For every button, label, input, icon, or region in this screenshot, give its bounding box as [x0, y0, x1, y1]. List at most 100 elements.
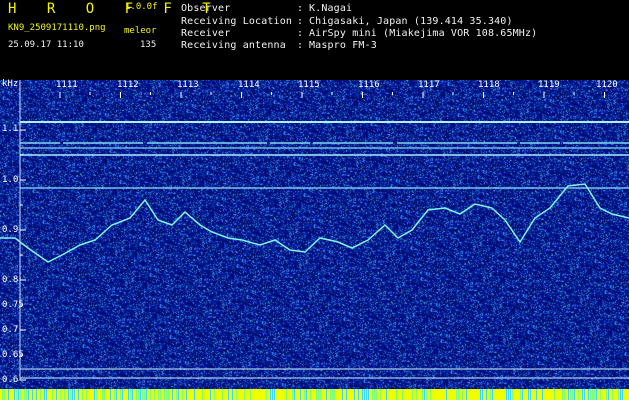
bottom-strip-bar	[570, 389, 571, 400]
bottom-strip-bar	[466, 389, 467, 400]
bottom-strip-bar	[232, 389, 233, 400]
bottom-strip-bar	[320, 389, 321, 400]
bottom-strip-bar	[622, 389, 623, 400]
bottom-strip-bar	[306, 389, 307, 400]
bottom-strip-bar	[366, 389, 367, 400]
bottom-strip-bar	[138, 389, 139, 400]
bottom-strip-bar	[110, 389, 111, 400]
bottom-strip-bar	[342, 389, 343, 400]
app-version: 1.0.0f	[125, 2, 158, 12]
bottom-strip-bar	[272, 389, 273, 400]
bottom-strip-bar	[316, 389, 317, 400]
bottom-strip-bar	[480, 389, 481, 400]
bottom-strip-bar	[286, 389, 287, 400]
bottom-strip-bar	[160, 389, 161, 400]
y-tick-label: 1.0	[2, 175, 19, 185]
spectrogram-overlay	[0, 80, 629, 400]
bottom-strip-bar	[334, 389, 335, 400]
bottom-strip-bar	[222, 389, 223, 400]
x-tick-label: 1114	[238, 80, 260, 90]
bottom-strip-bar	[506, 389, 507, 400]
bottom-strip-bar	[294, 389, 295, 400]
bottom-strip-bar	[374, 389, 375, 400]
bottom-strip-bar	[36, 389, 37, 400]
bottom-strip-bar	[150, 389, 151, 400]
location-value: Chigasaki, Japan (139.414 35.340)	[309, 16, 513, 27]
bottom-strip-bar	[592, 389, 593, 400]
bottom-strip-bar	[186, 389, 187, 400]
bottom-strip-bar	[116, 389, 117, 400]
bottom-strip-bar	[380, 389, 381, 400]
bottom-strip-bar	[512, 389, 513, 400]
bottom-strip-bar	[164, 389, 165, 400]
bottom-strip-bar	[310, 389, 311, 400]
observer-label: Observer	[181, 3, 231, 14]
bottom-strip-bar	[536, 389, 537, 400]
antenna-value: Maspro FM-3	[309, 40, 377, 51]
bottom-strip-bar	[178, 389, 179, 400]
bottom-strip-bar	[132, 389, 133, 400]
bottom-strip-bar	[462, 389, 463, 400]
location-label: Receiving Location	[181, 16, 293, 27]
bottom-strip-bar	[492, 389, 493, 400]
bottom-strip-bar	[510, 389, 511, 400]
bottom-strip-bar	[56, 389, 57, 400]
bottom-strip-bar	[2, 389, 3, 400]
bottom-strip-bar	[554, 389, 555, 400]
bottom-strip-bar	[608, 389, 609, 400]
spectrogram-panel: kHz 1111 1112 1113 1114 1115 1116 1117 1…	[0, 80, 629, 400]
y-axis-unit: kHz	[2, 79, 19, 89]
x-axis-ticks	[59, 92, 605, 98]
header-panel: H R O F F T 1.0.0f KN9_2509171110.png 25…	[0, 0, 629, 80]
bottom-strip-bar	[172, 389, 173, 400]
bottom-strip-bar	[14, 389, 15, 400]
bottom-strip-bar	[236, 389, 237, 400]
bottom-strip-bar	[18, 389, 19, 400]
bottom-strip-bar	[96, 389, 97, 400]
x-tick-label: 1119	[538, 80, 560, 90]
bottom-strip-bar	[78, 389, 79, 400]
bottom-strip-bar	[142, 389, 143, 400]
bottom-strip-bar	[40, 389, 41, 400]
receiver-label: Receiver	[181, 28, 231, 39]
bottom-strip-bar	[578, 389, 579, 400]
bottom-strip-bar	[194, 389, 195, 400]
file-name: KN9_2509171110.png	[8, 23, 106, 33]
bottom-strip-bar	[574, 389, 575, 400]
bottom-strip-bar	[140, 389, 141, 400]
bottom-strip-bar	[20, 389, 21, 400]
bottom-strip-bar	[158, 389, 159, 400]
observer-separator: :	[297, 3, 304, 14]
bottom-strip-bar	[364, 389, 365, 400]
bottom-strip-bar	[326, 389, 327, 400]
y-tick-label: 0.7	[2, 325, 19, 335]
bottom-strip-bar	[270, 389, 271, 400]
bottom-strip-bar	[26, 389, 27, 400]
bottom-strip-bar	[482, 389, 483, 400]
bottom-strip-bar	[64, 389, 65, 400]
bottom-strip-bar	[594, 389, 595, 400]
bottom-strip-bar	[68, 389, 69, 400]
bottom-strip-bar	[522, 389, 523, 400]
doppler-trace	[0, 183, 629, 263]
x-tick-label: 1111	[56, 80, 78, 90]
x-tick-label: 1115	[298, 80, 320, 90]
bottom-strip-bar	[300, 389, 301, 400]
bottom-strip-bar	[402, 389, 403, 400]
bottom-strip-bar	[620, 389, 621, 400]
bottom-strip-bar	[424, 389, 425, 400]
bottom-strip-bar	[46, 389, 47, 400]
bottom-strip-bar	[490, 389, 491, 400]
bottom-strip-bar	[332, 389, 333, 400]
mode-label: meleor	[124, 26, 157, 36]
bottom-strip-bar	[528, 389, 529, 400]
bottom-strip-bar	[600, 389, 601, 400]
y-tick-label: 0.6	[2, 375, 19, 385]
bottom-strip-bar	[16, 389, 17, 400]
bottom-strip-bar	[82, 389, 83, 400]
bottom-strip-bar	[28, 389, 29, 400]
x-tick-label: 1118	[478, 80, 500, 90]
bottom-strip-bar	[244, 389, 245, 400]
bottom-strip-bar	[430, 389, 431, 400]
bottom-strip-bar	[4, 389, 5, 400]
